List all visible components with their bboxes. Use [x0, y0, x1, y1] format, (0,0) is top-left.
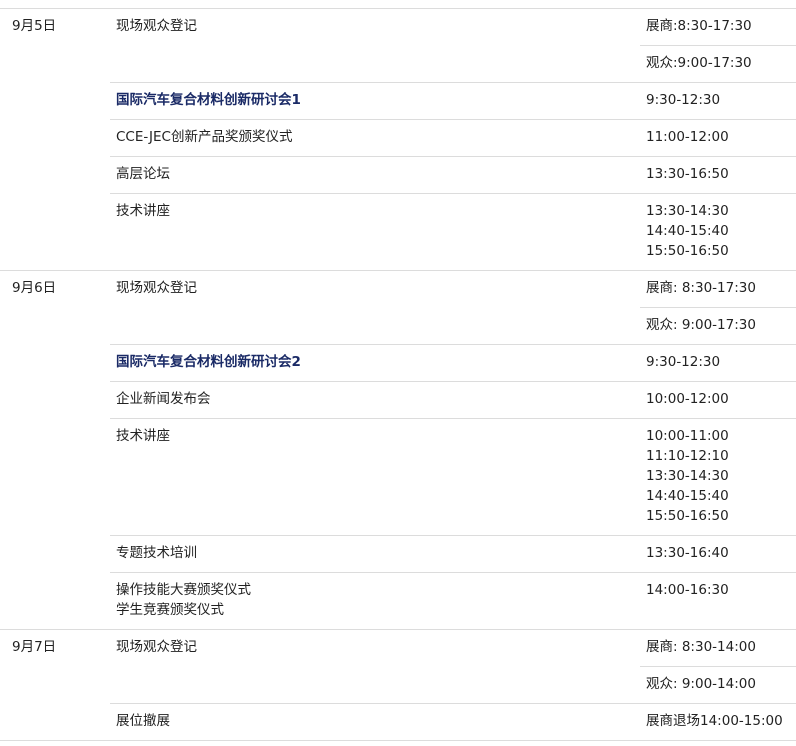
top-border	[0, 8, 796, 9]
row-separator	[110, 572, 796, 573]
row-separator	[110, 156, 796, 157]
event-name: 技术讲座	[116, 428, 170, 444]
event-name: 专题技术培训	[116, 545, 197, 561]
event-name: 现场观众登记	[116, 639, 197, 655]
event-name: 操作技能大赛颁奖仪式	[116, 582, 251, 598]
row-separator	[110, 381, 796, 382]
event-time: 观众:9:00-17:30	[646, 55, 752, 71]
event-time: 14:00-16:30	[646, 582, 729, 598]
row-separator	[110, 344, 796, 345]
event-time: 11:00-12:00	[646, 129, 729, 145]
day-date: 9月5日	[12, 18, 57, 34]
event-time: 9:30-12:30	[646, 354, 721, 370]
time-separator	[640, 45, 796, 46]
event-time: 13:30-14:30	[646, 468, 729, 484]
event-time: 15:50-16:50	[646, 508, 729, 524]
event-time: 10:00-11:00	[646, 428, 729, 444]
event-name: 企业新闻发布会	[116, 391, 211, 407]
row-separator	[110, 82, 796, 83]
day-separator	[0, 629, 796, 630]
time-separator	[640, 307, 796, 308]
event-time: 13:30-16:50	[646, 166, 729, 182]
event-name: 高层论坛	[116, 166, 170, 182]
event-time: 10:00-12:00	[646, 391, 729, 407]
event-time: 13:30-16:40	[646, 545, 729, 561]
event-time: 14:40-15:40	[646, 488, 729, 504]
day-separator	[0, 740, 796, 741]
event-name: 学生竞赛颁奖仪式	[116, 602, 224, 618]
time-separator	[640, 666, 796, 667]
event-schedule-table: 9月5日 现场观众登记 展商:8:30-17:30 观众:9:00-17:30 国际汽车…	[0, 0, 796, 746]
event-name: 现场观众登记	[116, 280, 197, 296]
row-separator	[110, 703, 796, 704]
event-name: 国际汽车复合材料创新研讨会1	[116, 92, 301, 108]
event-name: CCE-JEC创新产品奖颁奖仪式	[116, 129, 293, 145]
row-separator	[110, 535, 796, 536]
event-time: 13:30-14:30	[646, 203, 729, 219]
event-time: 展商: 8:30-17:30	[646, 280, 756, 296]
event-time: 观众: 9:00-17:30	[646, 317, 756, 333]
row-separator	[110, 119, 796, 120]
day-date: 9月6日	[12, 280, 57, 296]
row-separator	[110, 193, 796, 194]
event-name: 展位撤展	[116, 713, 170, 729]
event-time: 14:40-15:40	[646, 223, 729, 239]
row-separator	[110, 418, 796, 419]
event-time: 展商退场14:00-15:00	[646, 713, 783, 729]
event-time: 15:50-16:50	[646, 243, 729, 259]
day-separator	[0, 270, 796, 271]
event-time: 观众: 9:00-14:00	[646, 676, 756, 692]
event-name: 技术讲座	[116, 203, 170, 219]
event-name: 国际汽车复合材料创新研讨会2	[116, 354, 301, 370]
event-time: 9:30-12:30	[646, 92, 721, 108]
event-time: 11:10-12:10	[646, 448, 729, 464]
day-date: 9月7日	[12, 639, 57, 655]
event-time: 展商: 8:30-14:00	[646, 639, 756, 655]
event-name: 现场观众登记	[116, 18, 197, 34]
event-time: 展商:8:30-17:30	[646, 18, 752, 34]
